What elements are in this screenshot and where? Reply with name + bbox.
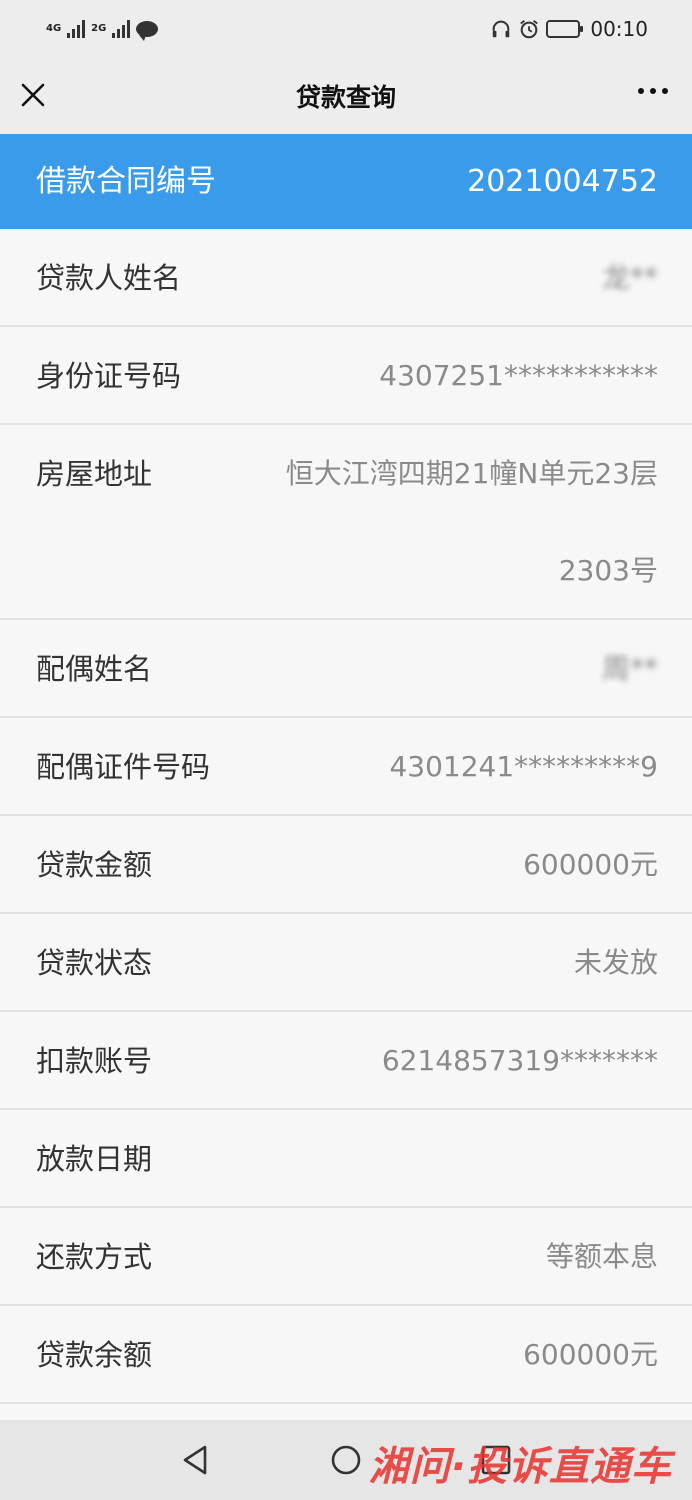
debit-account-label: 扣款账号 bbox=[36, 1044, 153, 1078]
home-button[interactable] bbox=[326, 1440, 366, 1480]
debit-account-value: 6214857319******* bbox=[381, 1044, 658, 1077]
alarm-icon bbox=[520, 20, 539, 39]
list-item: 贷款人姓名 龙** bbox=[0, 229, 692, 327]
list-item: 扣款账号 6214857319******* bbox=[0, 1012, 692, 1110]
loan-status-value: 未发放 bbox=[573, 946, 658, 979]
loan-amount-value: 600000元 bbox=[523, 848, 658, 881]
signal-icon bbox=[67, 20, 86, 38]
more-icon[interactable] bbox=[638, 88, 668, 94]
page-title: 贷款查询 bbox=[295, 83, 396, 112]
close-icon[interactable] bbox=[18, 80, 48, 110]
contract-number-value: 2021004752 bbox=[467, 164, 658, 199]
spouse-id-value: 4301241*********9 bbox=[389, 750, 658, 783]
list-item: 房屋地址 恒大江湾四期21幢N单元23层2303号 bbox=[0, 425, 692, 620]
spouse-id-label: 配偶证件号码 bbox=[36, 750, 211, 784]
list-item: 贷款金额 600000元 bbox=[0, 816, 692, 914]
id-number-value: 4307251*********** bbox=[379, 359, 658, 392]
contract-number-label: 借款合同编号 bbox=[36, 164, 216, 199]
list-item: 放款日期 bbox=[0, 1110, 692, 1208]
status-right: 00:10 bbox=[490, 17, 648, 41]
spouse-name-label: 配偶姓名 bbox=[36, 652, 153, 686]
loan-balance-value: 600000元 bbox=[523, 1338, 658, 1371]
headphones-icon bbox=[493, 20, 510, 38]
status-left: 4G 2G bbox=[46, 20, 159, 41]
battery-icon bbox=[546, 20, 584, 38]
system-nav-bar: 湘问·投诉直通车 bbox=[0, 1420, 692, 1500]
loan-detail-list: 借款合同编号 2021004752 贷款人姓名 龙** 身份证号码 430725… bbox=[0, 134, 692, 1424]
list-item: 贷款状态 未发放 bbox=[0, 914, 692, 1012]
spouse-name-value: 周** bbox=[601, 652, 658, 685]
signal-icon-2 bbox=[112, 20, 131, 38]
back-triangle-icon bbox=[183, 1445, 207, 1475]
loan-amount-label: 贷款金额 bbox=[36, 848, 153, 882]
network-type-2: 2G bbox=[91, 23, 107, 34]
repayment-method-value: 等额本息 bbox=[545, 1240, 658, 1273]
contract-number-row: 借款合同编号 2021004752 bbox=[0, 134, 692, 229]
house-address-label: 房屋地址 bbox=[36, 457, 153, 491]
nav-bar: 贷款查询 bbox=[0, 58, 692, 134]
network-type-1: 4G bbox=[46, 23, 62, 34]
loan-status-label: 贷款状态 bbox=[36, 946, 153, 980]
disbursement-date-label: 放款日期 bbox=[36, 1142, 153, 1176]
repayment-method-label: 还款方式 bbox=[36, 1240, 153, 1274]
loan-balance-label: 贷款余额 bbox=[36, 1338, 153, 1372]
watermark-logo: 湘问·投诉直通车 bbox=[368, 1444, 672, 1490]
clock: 00:10 bbox=[590, 17, 648, 41]
list-item: 还款方式 等额本息 bbox=[0, 1208, 692, 1306]
list-item: 配偶姓名 周** bbox=[0, 620, 692, 718]
loan-query-screen: 4G 2G 00:10 贷款查询 借款合同编号 2021004752 贷款人姓名… bbox=[0, 0, 692, 1500]
home-circle-icon bbox=[331, 1445, 361, 1475]
list-item: 配偶证件号码 4301241*********9 bbox=[0, 718, 692, 816]
status-bar: 4G 2G 00:10 bbox=[0, 0, 692, 58]
house-address-value: 恒大江湾四期21幢N单元23层2303号 bbox=[285, 457, 658, 587]
list-item: 身份证号码 4307251*********** bbox=[0, 327, 692, 425]
borrower-name-value: 龙** bbox=[601, 261, 658, 294]
borrower-name-label: 贷款人姓名 bbox=[36, 261, 182, 295]
list-item: 贷款余额 600000元 bbox=[0, 1306, 692, 1404]
id-number-label: 身份证号码 bbox=[36, 359, 182, 393]
back-button[interactable] bbox=[176, 1440, 216, 1480]
message-icon bbox=[136, 21, 159, 41]
